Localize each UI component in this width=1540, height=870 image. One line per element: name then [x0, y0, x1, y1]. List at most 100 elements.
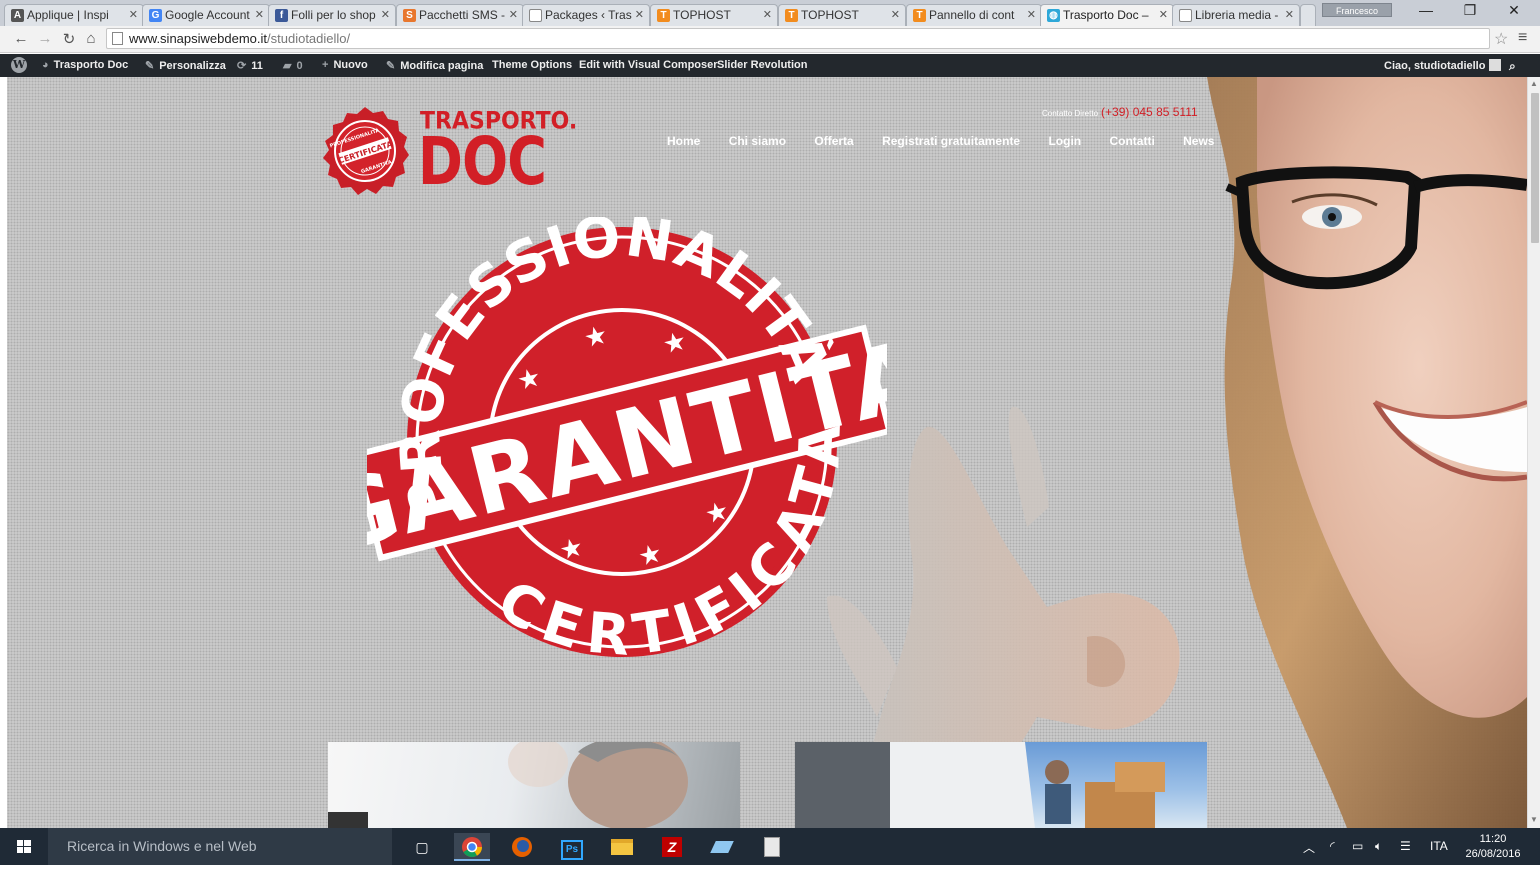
nav-news[interactable]: News	[1183, 134, 1214, 148]
browser-tab[interactable]: Packages ‹ Tras ✕	[522, 4, 650, 26]
url-domain: www.sinapsiwebdemo.it	[129, 31, 268, 46]
installer-icon[interactable]	[754, 833, 790, 861]
nav-home[interactable]: Home	[667, 134, 700, 148]
chrome-icon[interactable]	[454, 833, 490, 861]
forward-icon[interactable]: →	[36, 30, 54, 47]
site-logo[interactable]: CERTIFICATA PROFESSIONALITÀ GARANTITA TR…	[319, 105, 577, 200]
notifications-icon[interactable]: ☰	[1400, 839, 1411, 853]
close-tab-icon[interactable]: ✕	[1027, 8, 1036, 21]
comment-icon: ▰	[283, 60, 292, 72]
close-tab-icon[interactable]: ✕	[1159, 8, 1168, 21]
greeting-label: Ciao, studiotadiello	[1384, 60, 1486, 72]
nav-chi-siamo[interactable]: Chi siamo	[729, 134, 786, 148]
address-bar[interactable]: www.sinapsiwebdemo.it/studiotadiello/	[106, 28, 1490, 49]
nav-login[interactable]: Login	[1048, 134, 1081, 148]
content-thumbnail-transport[interactable]	[795, 742, 1207, 828]
browser-tab[interactable]: S Pacchetti SMS - ✕	[396, 4, 524, 26]
tab-favicon: ◍	[1047, 9, 1060, 22]
wp-visual-composer[interactable]: Edit with Visual Composer	[579, 59, 718, 71]
chrome-logo-icon	[462, 837, 482, 857]
browser-tab-strip: A Applique | Inspi ✕ G Google Account ✕ …	[0, 0, 1540, 26]
close-tab-icon[interactable]: ✕	[635, 8, 644, 21]
tray-chevron-icon[interactable]: ︿	[1303, 839, 1315, 856]
tab-favicon: f	[275, 9, 288, 22]
close-tab-icon[interactable]: ✕	[509, 8, 518, 21]
notepad-icon[interactable]	[704, 833, 740, 861]
wp-user-greeting[interactable]: Ciao, studiotadiello	[1384, 59, 1502, 72]
contact-phone[interactable]: (+39) 045 85 5111	[1101, 105, 1198, 119]
logo-main-text: DOC	[418, 123, 547, 200]
wp-updates[interactable]: ⟳ 11	[237, 59, 263, 72]
wp-customize[interactable]: ✎ Personalizza	[145, 59, 226, 72]
search-icon[interactable]: ⌕	[1509, 59, 1516, 74]
browser-menu-icon[interactable]: ≡	[1518, 29, 1527, 47]
browser-tab[interactable]: A Applique | Inspi ✕	[4, 4, 144, 26]
wp-site-name[interactable]: ◕ Trasporto Doc	[42, 59, 128, 71]
tab-title: Google Account	[165, 8, 250, 22]
browser-tab[interactable]: T TOPHOST ✕	[778, 4, 906, 26]
garantita-stamp: GARANTITA PROFESSIONALITÀ CERTIFICATA ★ …	[367, 217, 887, 657]
nav-registrati[interactable]: Registrati gratuitamente	[882, 134, 1020, 148]
back-icon[interactable]: ←	[12, 30, 30, 47]
photoshop-icon[interactable]: Ps	[554, 833, 590, 861]
restore-icon[interactable]: ❐	[1448, 2, 1492, 24]
close-tab-icon[interactable]: ✕	[1285, 8, 1294, 21]
wp-comments[interactable]: ▰ 0	[283, 59, 303, 72]
home-icon[interactable]: ⌂	[82, 30, 100, 47]
wp-slider-revolution[interactable]: Slider Revolution	[717, 59, 807, 71]
content-thumbnail-business[interactable]	[328, 742, 740, 828]
scroll-thumb[interactable]	[1531, 93, 1539, 243]
photoshop-logo-icon: Ps	[561, 840, 583, 860]
browser-tab-active[interactable]: ◍ Trasporto Doc – ✕	[1040, 4, 1174, 26]
task-view-icon[interactable]: ▢	[404, 833, 440, 861]
close-tab-icon[interactable]: ✕	[129, 8, 138, 21]
start-button[interactable]	[0, 828, 48, 865]
wp-edit-page[interactable]: ✎ Modifica pagina	[386, 59, 483, 72]
close-tab-icon[interactable]: ✕	[255, 8, 264, 21]
updates-count: 11	[251, 60, 263, 72]
contact-info: Contatto Diretto (+39) 045 85 5111	[1042, 105, 1198, 119]
visual-composer-label: Edit with Visual Composer	[579, 59, 718, 71]
minimize-icon[interactable]: —	[1404, 2, 1448, 24]
updates-icon: ⟳	[237, 60, 247, 72]
browser-tab[interactable]: G Google Account ✕	[142, 4, 270, 26]
taskbar-search-input[interactable]: Ricerca in Windows e nel Web	[48, 828, 392, 865]
nav-offerta[interactable]: Offerta	[814, 134, 853, 148]
close-window-icon[interactable]: ✕	[1492, 2, 1536, 24]
wp-new[interactable]: + Nuovo	[322, 59, 368, 71]
browser-tab[interactable]: Libreria media - ✕	[1172, 4, 1300, 26]
volume-icon[interactable]: 🔈︎	[1375, 839, 1382, 854]
page-scrollbar[interactable]: ▲ ▼	[1527, 77, 1540, 828]
profile-badge[interactable]: Francesco	[1322, 3, 1392, 17]
plus-icon: +	[322, 59, 329, 71]
nav-contatti[interactable]: Contatti	[1109, 134, 1154, 148]
language-indicator[interactable]: ITA	[1430, 839, 1448, 853]
bookmark-star-icon[interactable]: ☆	[1494, 29, 1508, 49]
scroll-down-icon[interactable]: ▼	[1530, 815, 1538, 824]
firefox-icon[interactable]	[504, 833, 540, 861]
close-tab-icon[interactable]: ✕	[381, 8, 390, 21]
page-left-gutter	[0, 77, 7, 828]
new-label: Nuovo	[333, 59, 368, 71]
browser-tab[interactable]: T TOPHOST ✕	[650, 4, 778, 26]
tab-favicon: T	[913, 9, 926, 22]
reload-icon[interactable]: ↻	[60, 30, 78, 48]
close-tab-icon[interactable]: ✕	[763, 8, 772, 21]
browser-toolbar: ← → ↻ ⌂ www.sinapsiwebdemo.it/studiotadi…	[0, 26, 1540, 53]
slider-revolution-label: Slider Revolution	[717, 59, 808, 71]
filezilla-icon[interactable]: Z	[654, 833, 690, 861]
logo-seal-icon: CERTIFICATA PROFESSIONALITÀ GARANTITA	[323, 107, 409, 195]
new-tab-button[interactable]	[1300, 4, 1316, 26]
tab-title: TOPHOST	[673, 8, 731, 22]
battery-icon[interactable]: ▭	[1352, 839, 1363, 853]
network-icon[interactable]: ◜	[1330, 839, 1335, 853]
browser-tab[interactable]: f Folli per lo shop ✕	[268, 4, 396, 26]
browser-tab[interactable]: T Pannello di cont ✕	[906, 4, 1042, 26]
scroll-up-icon[interactable]: ▲	[1530, 79, 1538, 88]
file-explorer-icon[interactable]	[604, 833, 640, 861]
wordpress-logo-icon[interactable]: W	[11, 57, 27, 73]
taskbar-clock[interactable]: 11:20 26/08/2016	[1462, 832, 1524, 862]
site-name-label: Trasporto Doc	[53, 59, 129, 71]
close-tab-icon[interactable]: ✕	[891, 8, 900, 21]
wp-theme-options[interactable]: Theme Options	[492, 59, 572, 71]
